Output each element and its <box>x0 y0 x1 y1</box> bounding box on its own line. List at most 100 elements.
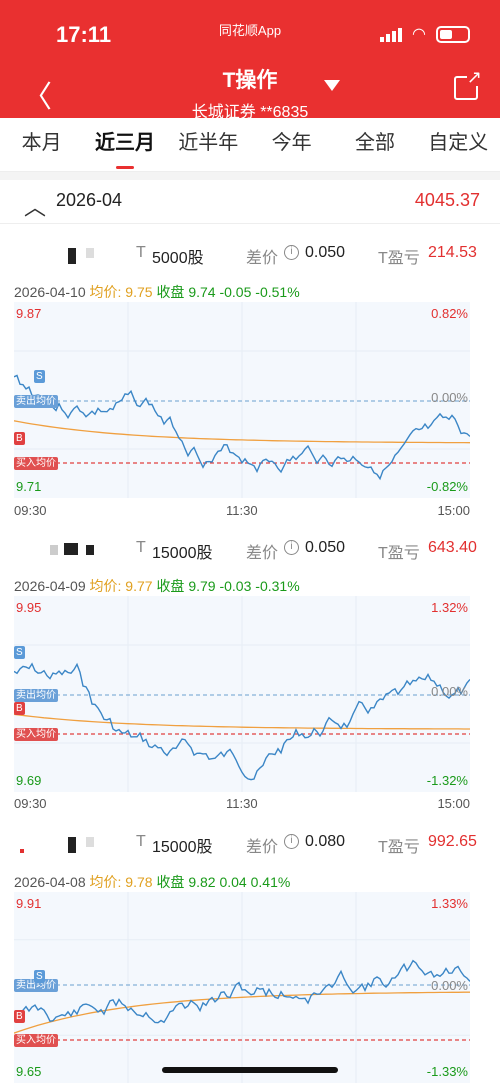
t-profit-value: 214.53 <box>428 244 477 261</box>
intraday-chart[interactable]: 9.95 1.32% 0.00% 9.69 -1.32% 卖出均价 买入均价 S B <box>14 596 470 792</box>
price-low-label: 9.65 <box>16 1064 42 1079</box>
diff-label: 差价 <box>246 839 279 856</box>
time-midday: 11:30 <box>226 796 258 811</box>
tab-three-months[interactable]: 近三月 <box>83 118 166 171</box>
day-summary-row[interactable]: T 5000股 差价 i 0.050 T盈亏 214.53 <box>0 240 500 272</box>
buy-avg-tag: 买入均价 <box>14 457 58 470</box>
time-axis: 09:30 11:30 15:00 <box>14 503 470 521</box>
tab-half-year[interactable]: 近半年 <box>167 118 250 171</box>
app-header: 17:11 同花顺App ◠ 〈 T操作 长城证券 **6835 <box>0 0 500 121</box>
diff-label: 差价 <box>246 545 279 562</box>
day-date: 2026-04-10 <box>14 284 86 300</box>
chart-svg <box>14 892 470 1083</box>
buy-avg-tag: 买入均价 <box>14 1034 58 1047</box>
t-profit-label: T盈亏 <box>378 545 420 562</box>
price-high-label: 9.87 <box>16 306 42 321</box>
masked-name <box>64 543 78 555</box>
pct-mid-label: 0.00% <box>431 978 468 993</box>
chart-svg <box>14 302 470 498</box>
avg-value: 9.77 <box>125 578 153 594</box>
masked-name <box>20 849 24 853</box>
change-value: -0.03 <box>219 578 252 594</box>
pct-high-label: 1.33% <box>431 896 468 911</box>
avg-value: 9.75 <box>125 284 153 300</box>
buy-avg-tag: 买入均价 <box>14 728 58 741</box>
pct-low-label: -0.82% <box>426 479 468 494</box>
time-close: 15:00 <box>437 503 470 518</box>
info-icon[interactable]: i <box>284 834 299 849</box>
signal-icon <box>380 26 403 42</box>
battery-icon <box>436 25 470 43</box>
sell-marker: S <box>34 970 45 983</box>
info-icon[interactable]: i <box>284 245 299 260</box>
t-quantity: 15000股 <box>152 839 213 856</box>
info-icon[interactable]: i <box>284 540 299 555</box>
avg-label: 均价: <box>89 578 122 594</box>
sell-avg-tag: 卖出均价 <box>14 395 58 408</box>
masked-name <box>50 545 58 555</box>
pct-low-label: -1.33% <box>426 1064 468 1079</box>
t-label: T <box>136 833 146 850</box>
close-label: 收盘 <box>156 874 185 890</box>
wifi-icon: ◠ <box>412 26 426 43</box>
time-open: 09:30 <box>14 796 47 811</box>
price-high-label: 9.95 <box>16 600 42 615</box>
sell-avg-tag: 卖出均价 <box>14 689 58 702</box>
time-midday: 11:30 <box>226 503 258 518</box>
buy-marker: B <box>14 702 25 715</box>
sell-marker: S <box>34 370 45 383</box>
day-summary-row[interactable]: T 15000股 差价 i 0.080 T盈亏 992.65 <box>0 829 500 861</box>
pct-low-label: -1.32% <box>426 773 468 788</box>
time-axis: 09:30 11:30 15:00 <box>14 796 470 814</box>
page-title[interactable]: T操作 <box>0 64 500 94</box>
intraday-chart[interactable]: 9.87 0.82% 0.00% 9.71 -0.82% 卖出均价 买入均价 S B <box>14 302 470 498</box>
avg-value: 9.78 <box>125 874 153 890</box>
tab-all[interactable]: 全部 <box>333 118 416 171</box>
masked-name <box>68 837 76 853</box>
status-icons: ◠ <box>380 24 470 44</box>
avg-label: 均价: <box>89 284 122 300</box>
tab-this-month[interactable]: 本月 <box>0 118 83 171</box>
masked-name <box>86 837 94 847</box>
chevron-up-icon[interactable]: ︿ <box>24 190 46 222</box>
tab-custom[interactable]: 自定义 <box>417 118 500 171</box>
t-quantity: 5000股 <box>152 250 204 267</box>
period-tabs: 本月 近三月 近半年 今年 全部 自定义 <box>0 118 500 172</box>
day-date: 2026-04-09 <box>14 578 86 594</box>
day-date: 2026-04-08 <box>14 874 86 890</box>
change-pct: -0.31% <box>255 578 300 594</box>
change-pct: -0.51% <box>255 284 300 300</box>
tab-this-year[interactable]: 今年 <box>250 118 333 171</box>
day-info-row: 2026-04-08 均价: 9.78 收盘 9.82 0.04 0.41% <box>14 872 290 892</box>
close-value: 9.82 <box>188 874 216 890</box>
day-info-row: 2026-04-10 均价: 9.75 收盘 9.74 -0.05 -0.51% <box>14 282 300 302</box>
t-quantity: 15000股 <box>152 545 213 562</box>
price-high-label: 9.91 <box>16 896 42 911</box>
month-header[interactable]: ︿ 2026-04 4045.37 <box>0 180 500 224</box>
t-profit-value: 643.40 <box>428 539 477 556</box>
price-low-label: 9.69 <box>16 773 42 788</box>
close-label: 收盘 <box>156 284 185 300</box>
pct-mid-label: 0.00% <box>431 390 468 405</box>
diff-value: 0.080 <box>305 833 346 850</box>
title-dropdown-icon[interactable] <box>324 80 340 91</box>
intraday-chart[interactable]: 9.91 1.33% 0.00% 9.65 -1.33% 卖出均价 买入均价 S B <box>14 892 470 1083</box>
price-low-label: 9.71 <box>16 479 42 494</box>
diff-value: 0.050 <box>305 539 346 556</box>
masked-name <box>86 248 94 258</box>
sell-marker: S <box>14 646 25 659</box>
masked-name <box>86 545 94 555</box>
change-value: -0.05 <box>219 284 252 300</box>
change-value: 0.04 <box>219 874 247 890</box>
share-icon[interactable] <box>454 68 482 100</box>
close-label: 收盘 <box>156 578 185 594</box>
time-open: 09:30 <box>14 503 47 518</box>
time-close: 15:00 <box>437 796 470 811</box>
month-label: 2026-04 <box>56 190 123 210</box>
divider <box>0 172 500 180</box>
t-profit-label: T盈亏 <box>378 250 420 267</box>
day-summary-row[interactable]: T 15000股 差价 i 0.050 T盈亏 643.40 <box>0 535 500 567</box>
chart-svg <box>14 596 470 792</box>
change-pct: 0.41% <box>250 874 291 890</box>
month-profit: 4045.37 <box>414 190 480 210</box>
